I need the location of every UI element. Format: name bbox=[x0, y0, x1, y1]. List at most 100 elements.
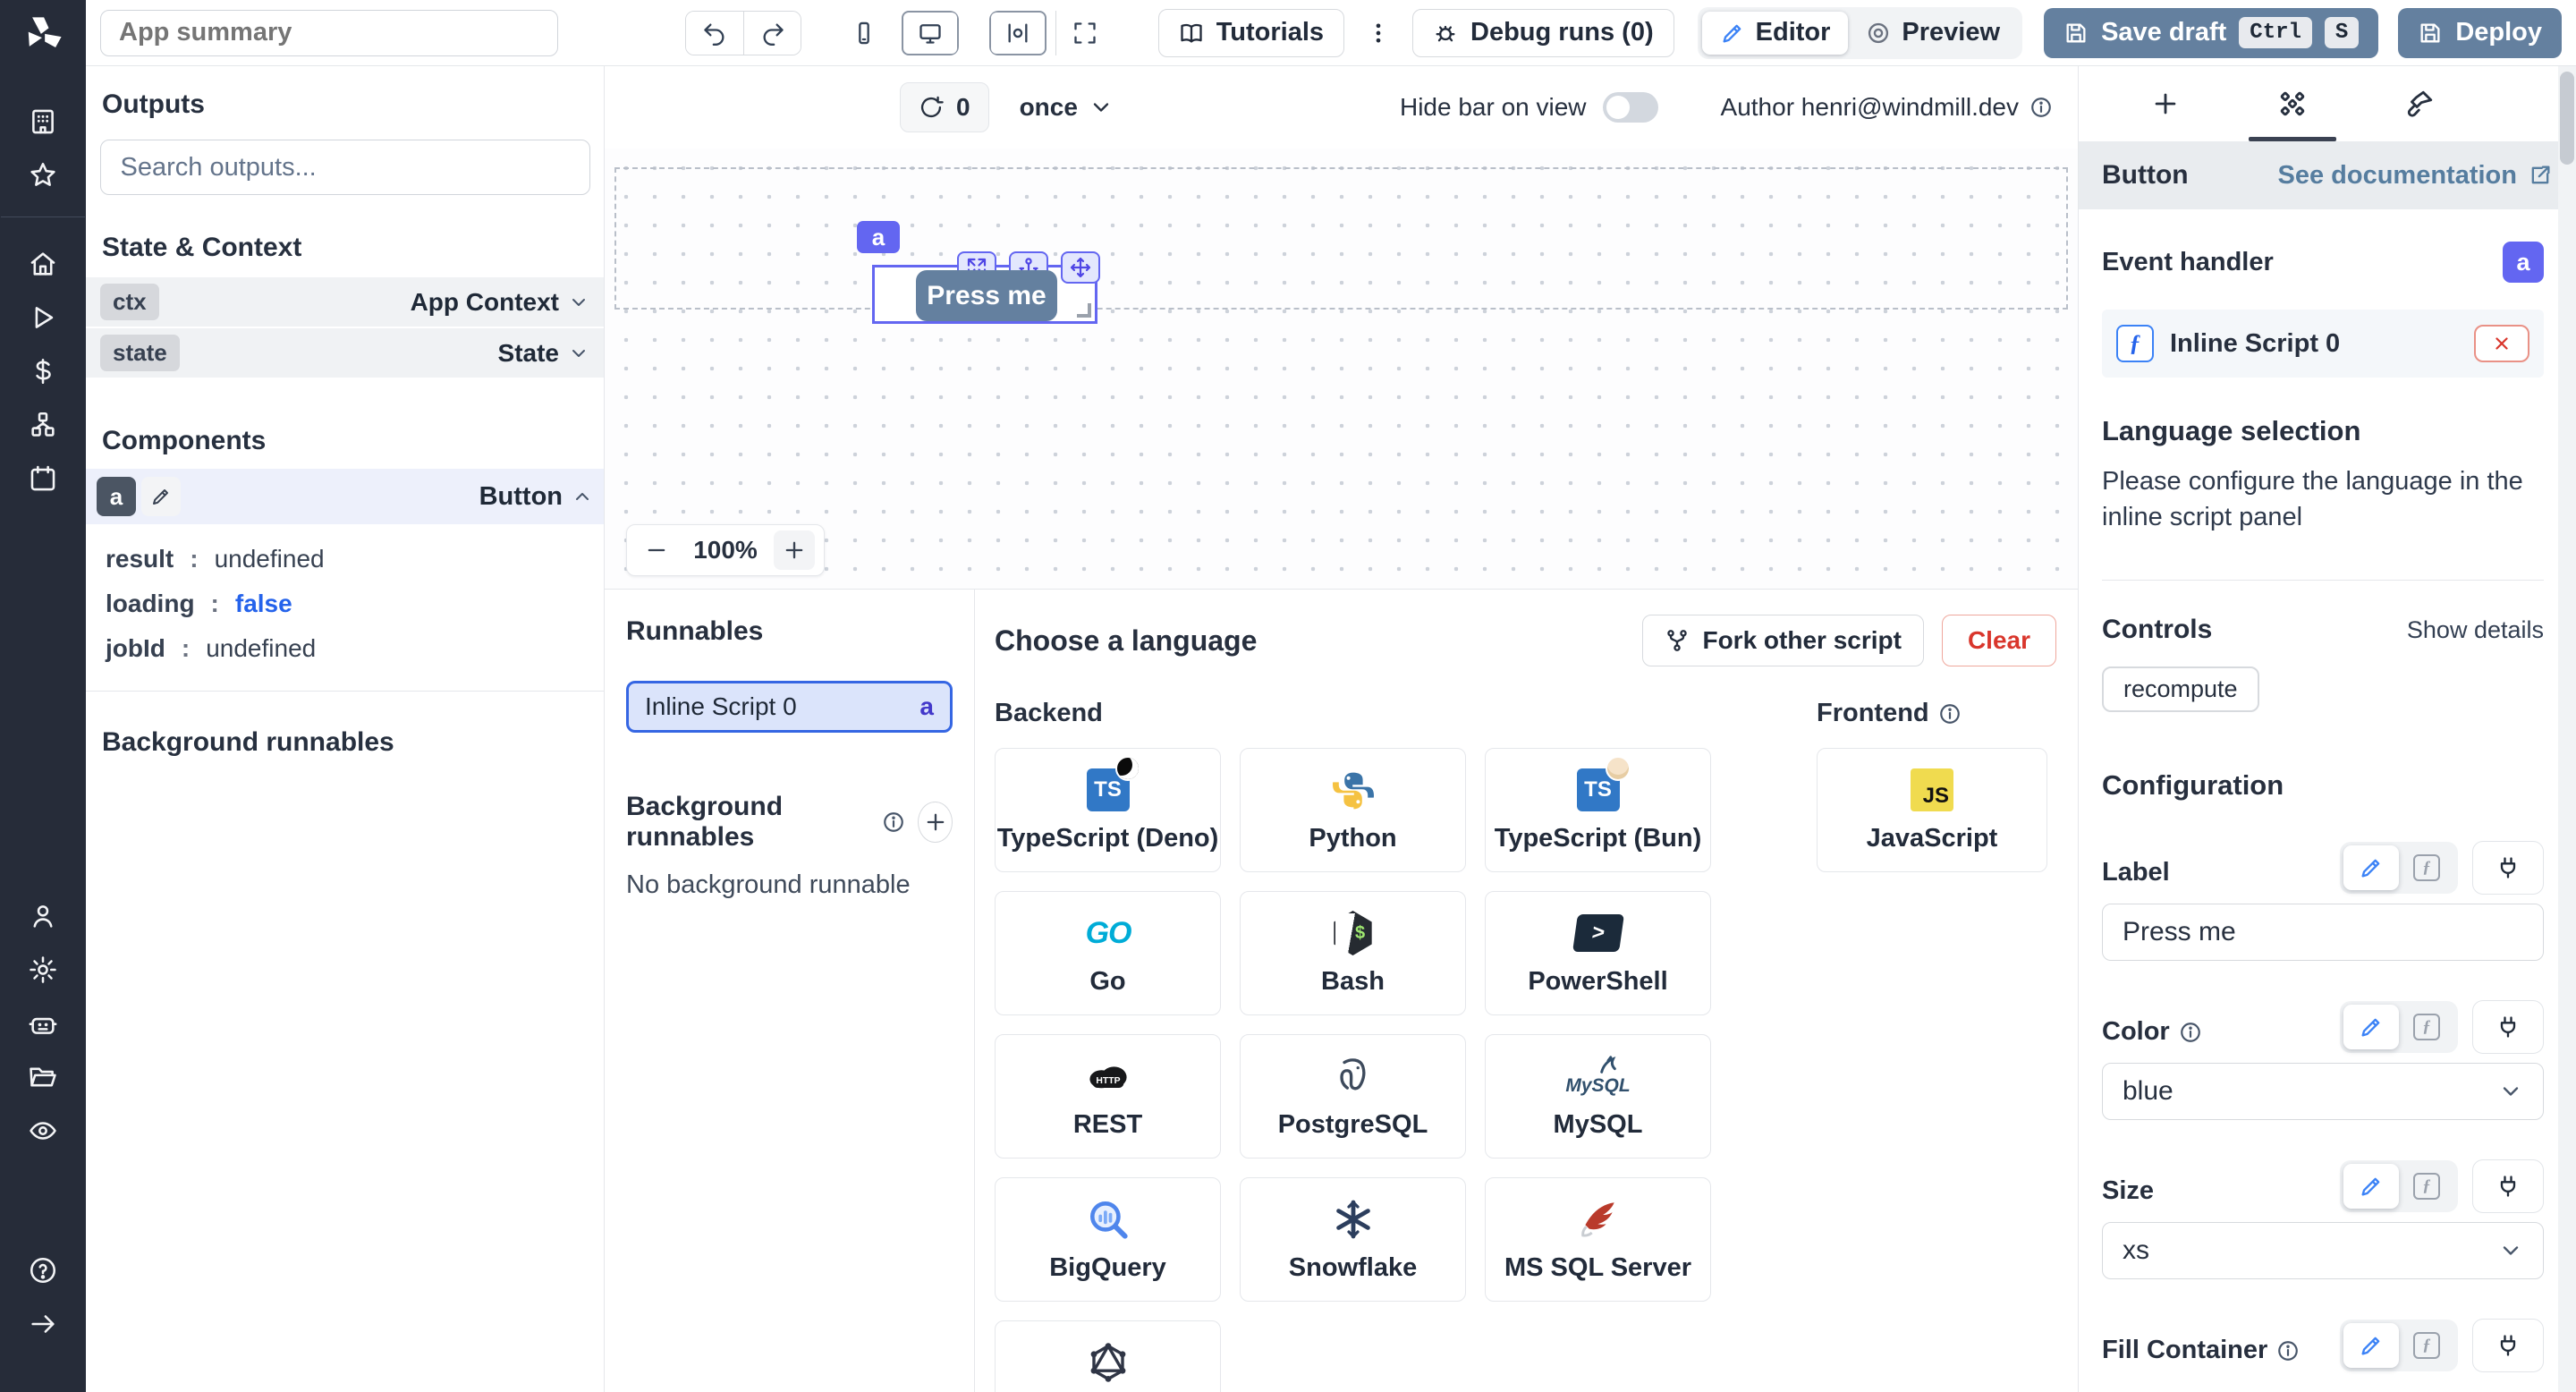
language-tile-rest[interactable]: HTTP REST bbox=[995, 1034, 1221, 1159]
hide-bar-toggle[interactable] bbox=[1603, 92, 1658, 123]
expression-mode-button[interactable]: ƒ bbox=[2399, 1005, 2454, 1049]
expression-mode-button[interactable]: ƒ bbox=[2399, 1323, 2454, 1368]
language-tile-typescript-deno[interactable]: TS TypeScript (Deno) bbox=[995, 748, 1221, 872]
app-canvas[interactable]: a Press me 100% bbox=[605, 149, 2078, 589]
tutorials-button[interactable]: Tutorials bbox=[1158, 9, 1344, 57]
bottom-panel: Runnables Inline Script 0 a Background r… bbox=[605, 589, 2078, 1392]
language-tile-go[interactable]: GO Go bbox=[995, 891, 1221, 1015]
connect-button[interactable] bbox=[2472, 1000, 2544, 1054]
windmill-logo[interactable] bbox=[20, 13, 66, 59]
recompute-chip[interactable]: recompute bbox=[2102, 666, 2259, 712]
rail-item-users[interactable] bbox=[19, 892, 67, 940]
language-tile-mysql[interactable]: MySQL MySQL bbox=[1485, 1034, 1711, 1159]
undo-button[interactable] bbox=[686, 12, 743, 55]
clear-button[interactable]: Clear bbox=[1942, 615, 2056, 666]
resize-handle[interactable] bbox=[1077, 303, 1091, 318]
language-tile-snowflake[interactable]: Snowflake bbox=[1240, 1177, 1466, 1302]
fork-other-script-button[interactable]: Fork other script bbox=[1642, 615, 1923, 666]
desktop-view-button[interactable] bbox=[902, 11, 959, 55]
prop-loading[interactable]: loading:false bbox=[106, 581, 604, 626]
refresh-count-button[interactable]: 0 bbox=[900, 82, 989, 132]
rail-item-runs[interactable] bbox=[19, 293, 67, 342]
prop-result[interactable]: result:undefined bbox=[106, 537, 604, 581]
size-select[interactable]: xs bbox=[2102, 1222, 2544, 1279]
preview-tab[interactable]: Preview bbox=[1848, 12, 2018, 55]
tab-component-settings[interactable] bbox=[2245, 66, 2340, 141]
language-tile-powershell[interactable]: > PowerShell bbox=[1485, 891, 1711, 1015]
fullwidth-layout-button[interactable] bbox=[1055, 11, 1113, 55]
show-details-link[interactable]: Show details bbox=[2407, 616, 2544, 644]
redo-button[interactable] bbox=[743, 12, 801, 55]
connect-button[interactable] bbox=[2472, 1159, 2544, 1213]
expression-mode-button[interactable]: ƒ bbox=[2399, 845, 2454, 890]
language-tile-graphql[interactable]: GraphQL bbox=[995, 1320, 1221, 1392]
rail-item-help[interactable] bbox=[19, 1246, 67, 1294]
remove-script-button[interactable] bbox=[2474, 325, 2529, 362]
context-row-state[interactable]: state State bbox=[86, 328, 604, 379]
tab-insert-component[interactable] bbox=[2118, 66, 2213, 141]
search-outputs-input[interactable] bbox=[100, 140, 590, 195]
scrollbar-thumb[interactable] bbox=[2560, 72, 2574, 165]
chevron-up-icon bbox=[572, 486, 593, 507]
rail-item-audit[interactable] bbox=[19, 1107, 67, 1155]
static-mode-button[interactable] bbox=[2343, 1005, 2399, 1049]
more-menu-button[interactable] bbox=[1359, 9, 1398, 57]
refresh-mode-dropdown[interactable]: once bbox=[1020, 93, 1114, 122]
editor-tab[interactable]: Editor bbox=[1702, 12, 1849, 55]
rail-item-favorites[interactable] bbox=[19, 151, 67, 199]
label-value-input[interactable] bbox=[2102, 904, 2544, 961]
expression-mode-button[interactable]: ƒ bbox=[2399, 1164, 2454, 1209]
selected-component[interactable]: a Press me bbox=[872, 265, 1097, 324]
connect-button[interactable] bbox=[2472, 841, 2544, 895]
color-select[interactable]: blue bbox=[2102, 1063, 2544, 1120]
rail-collapse-button[interactable] bbox=[19, 1300, 67, 1348]
rail-item-workers[interactable] bbox=[19, 999, 67, 1048]
language-tile-javascript[interactable]: JS JavaScript bbox=[1817, 748, 2047, 872]
component-row-button[interactable]: a Button bbox=[86, 469, 604, 524]
language-tile-bash[interactable]: $ Bash bbox=[1240, 891, 1466, 1015]
rail-item-settings[interactable] bbox=[19, 946, 67, 994]
rail-item-folders[interactable] bbox=[19, 1053, 67, 1101]
kbd-s: S bbox=[2325, 17, 2359, 48]
prop-jobid[interactable]: jobId:undefined bbox=[106, 626, 604, 671]
tab-styling[interactable] bbox=[2372, 66, 2467, 141]
save-draft-button[interactable]: Save draft Ctrl S bbox=[2044, 8, 2378, 58]
layout-toggle-group bbox=[989, 11, 1113, 55]
language-tile-mssql[interactable]: MS SQL Server bbox=[1485, 1177, 1711, 1302]
go-icon: GO bbox=[1085, 910, 1131, 956]
language-tile-python[interactable]: Python bbox=[1240, 748, 1466, 872]
language-selection-title: Language selection bbox=[2102, 415, 2544, 447]
connect-button[interactable] bbox=[2472, 1319, 2544, 1372]
context-row-ctx[interactable]: ctx App Context bbox=[86, 277, 604, 328]
zoom-in-button[interactable] bbox=[774, 530, 815, 570]
move-handle[interactable] bbox=[1061, 251, 1100, 284]
redo-icon bbox=[760, 21, 785, 46]
app-summary-input[interactable] bbox=[100, 10, 558, 56]
language-tile-typescript-bun[interactable]: TS TypeScript (Bun) bbox=[1485, 748, 1711, 872]
inline-script-row[interactable]: ƒ Inline Script 0 bbox=[2102, 310, 2544, 378]
language-tile-bigquery[interactable]: BigQuery bbox=[995, 1177, 1221, 1302]
static-mode-button[interactable] bbox=[2343, 1323, 2399, 1368]
rail-item-workspace[interactable] bbox=[19, 98, 67, 146]
typescript-bun-icon: TS bbox=[1575, 767, 1622, 813]
static-mode-button[interactable] bbox=[2343, 845, 2399, 890]
rail-item-variables[interactable] bbox=[19, 347, 67, 395]
runnable-item-selected[interactable]: Inline Script 0 a bbox=[626, 681, 953, 733]
center-layout-button[interactable] bbox=[989, 11, 1046, 55]
background-runnables-title: Background runnables bbox=[86, 727, 604, 758]
see-documentation-link[interactable]: See documentation bbox=[2278, 161, 2554, 191]
rename-component-button[interactable] bbox=[141, 477, 181, 516]
language-tile-postgresql[interactable]: PostgreSQL bbox=[1240, 1034, 1466, 1159]
rail-item-home[interactable] bbox=[19, 240, 67, 288]
deploy-button[interactable]: Deploy bbox=[2398, 8, 2562, 58]
debug-runs-button[interactable]: Debug runs (0) bbox=[1412, 9, 1674, 57]
add-background-runnable-button[interactable] bbox=[918, 802, 953, 843]
zoom-out-button[interactable] bbox=[636, 530, 677, 570]
mobile-view-button[interactable] bbox=[835, 11, 893, 55]
static-mode-button[interactable] bbox=[2343, 1164, 2399, 1209]
rail-item-resources[interactable] bbox=[19, 401, 67, 449]
button-component[interactable]: Press me bbox=[916, 270, 1057, 321]
monitor-icon bbox=[918, 21, 943, 46]
canvas-grid-container[interactable]: a Press me bbox=[614, 167, 2068, 310]
rail-item-schedules[interactable] bbox=[19, 454, 67, 503]
